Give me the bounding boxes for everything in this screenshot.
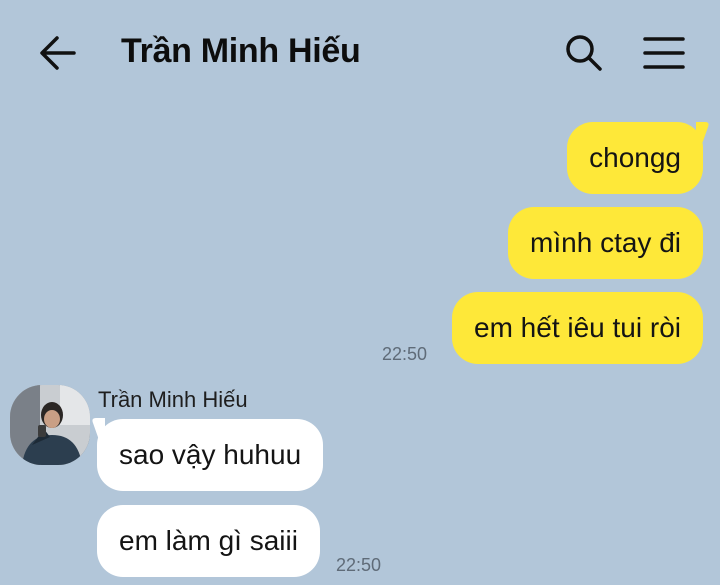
hamburger-menu-icon	[643, 37, 685, 69]
incoming-message[interactable]: em làm gì saiii	[97, 505, 320, 577]
outgoing-bubble-tail	[696, 122, 709, 144]
outgoing-message[interactable]: chongg	[567, 122, 703, 194]
sender-name: Trần Minh Hiếu	[98, 387, 248, 412]
chat-title: Trần Minh Hiếu	[121, 32, 361, 70]
search-button[interactable]	[562, 32, 606, 74]
arrow-left-icon	[40, 36, 76, 70]
chat-header: Trần Minh Hiếu	[0, 0, 720, 104]
outgoing-timestamp: 22:50	[382, 344, 428, 364]
incoming-message[interactable]: sao vậy huhuu	[97, 419, 324, 491]
chat-screen: Trần Minh Hiếu chongg mình ctay đi em hế…	[0, 0, 720, 585]
outgoing-message[interactable]: em hết iêu tui ròi	[452, 292, 703, 364]
outgoing-message[interactable]: mình ctay đi	[508, 207, 703, 279]
profile-photo-icon	[10, 385, 90, 465]
menu-button[interactable]	[640, 33, 688, 73]
back-button[interactable]	[36, 33, 80, 73]
avatar[interactable]	[10, 385, 90, 465]
search-icon	[566, 35, 602, 71]
incoming-timestamp: 22:50	[336, 555, 382, 575]
